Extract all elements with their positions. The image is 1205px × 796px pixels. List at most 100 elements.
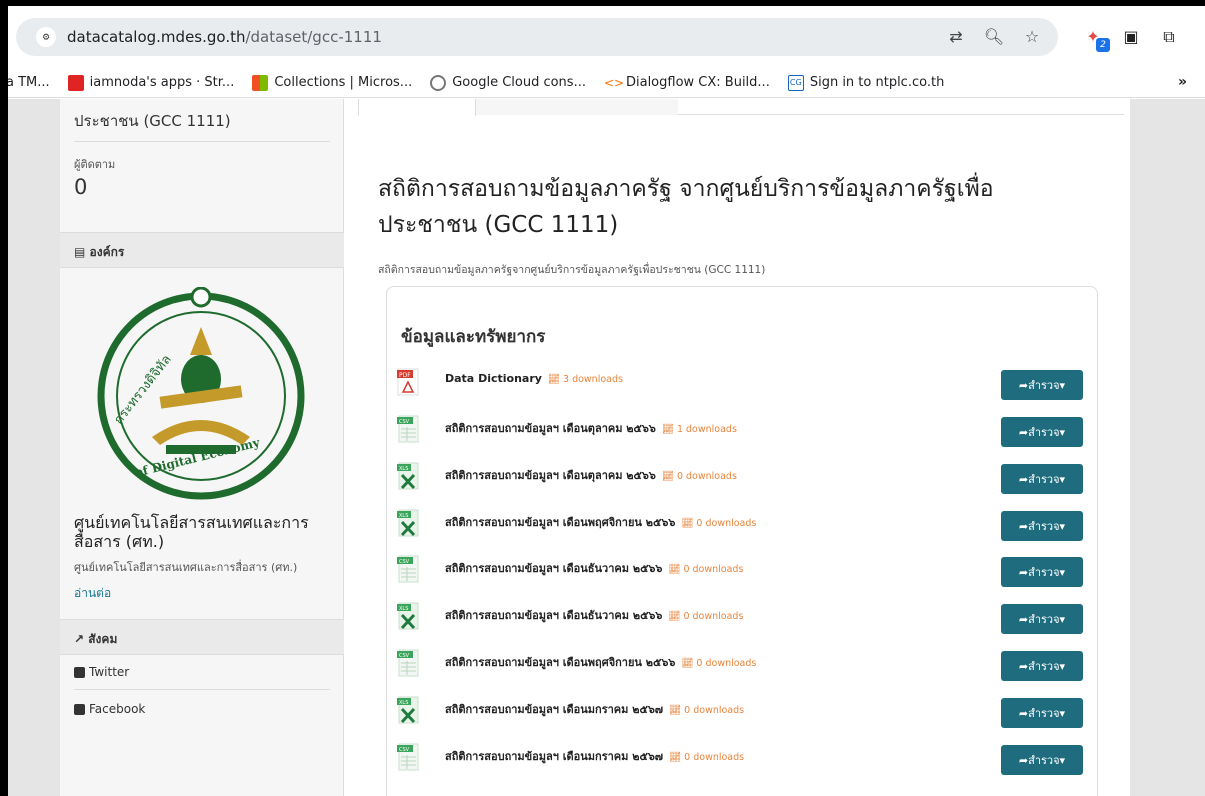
logo-english-text: of Digital Economy bbox=[133, 435, 262, 480]
read-more-link[interactable]: อ่านต่อ bbox=[74, 584, 111, 603]
bookmark-item[interactable]: Google Cloud cons... bbox=[430, 74, 586, 91]
facebook-link[interactable]: Facebook bbox=[74, 702, 145, 716]
share-icon: ↗ bbox=[74, 632, 89, 646]
caret-down-icon: ▾ bbox=[1059, 612, 1066, 626]
csv-file-icon: CSV bbox=[397, 415, 419, 443]
svg-text:XLS: XLS bbox=[399, 700, 408, 706]
resources-card: ข้อมูลและทรัพยากร PDF Data Dictionary 📈︎ 3… bbox=[386, 286, 1098, 796]
bookmark-item[interactable]: a TM... bbox=[8, 75, 50, 90]
explore-button[interactable]: ➦ สำรวจ ▾ bbox=[1001, 464, 1083, 494]
resource-title: สถิติการสอบถามข้อมูลฯ เดือนมกราคม ๒๕๖๗ bbox=[445, 703, 664, 716]
resource-link[interactable]: Data Dictionary 📈︎ 3 downloads bbox=[445, 372, 623, 385]
explore-label: สำรวจ bbox=[1028, 379, 1060, 392]
caret-down-icon: ▾ bbox=[1059, 519, 1066, 533]
bookmark-label: Google Cloud cons... bbox=[452, 75, 586, 90]
page-title: สถิติการสอบถามข้อมูลภาครัฐ จากศูนย์บริกา… bbox=[378, 176, 994, 238]
resource-link[interactable]: สถิติการสอบถามข้อมูลฯ เดือนพฤศจิกายน ๒๕๖… bbox=[445, 513, 756, 531]
resource-title: สถิติการสอบถามข้อมูลฯ เดือนธันวาคม ๒๕๖๖ bbox=[445, 562, 663, 575]
resource-title: สถิติการสอบถามข้อมูลฯ เดือนธันวาคม ๒๕๖๖ bbox=[445, 609, 663, 622]
sidepanel-icon[interactable]: ▣ bbox=[1118, 24, 1144, 50]
csv-file-icon: CSV bbox=[397, 649, 419, 677]
download-count: 📈︎ 1 downloads bbox=[661, 424, 737, 435]
site-settings-icon[interactable]: ⚙ bbox=[36, 27, 56, 47]
bookmark-label: a TM... bbox=[8, 75, 50, 90]
url-text[interactable]: datacatalog.mdes.go.th/dataset/gcc-1111 bbox=[67, 28, 382, 46]
puzzle-extensions-icon[interactable]: ⧉ bbox=[1156, 24, 1182, 50]
bookmark-item[interactable]: <> Dialogflow CX: Build... bbox=[604, 75, 770, 91]
explore-label: สำรวจ bbox=[1028, 707, 1060, 720]
divider bbox=[74, 689, 330, 690]
streamlit-icon bbox=[67, 74, 84, 91]
tab-other[interactable] bbox=[476, 99, 678, 115]
window-frame-left bbox=[0, 0, 8, 796]
download-count: 📈︎ 0 downloads bbox=[668, 611, 744, 622]
main-content: สถิติการสอบถามข้อมูลภาครัฐ จากศูนย์บริกา… bbox=[344, 99, 1130, 796]
excel-file-icon: XLS bbox=[397, 509, 419, 537]
resource-link[interactable]: สถิติการสอบถามข้อมูลฯ เดือนตุลาคม ๒๕๖๖ 📈︎… bbox=[445, 419, 737, 437]
explore-button[interactable]: ➦ สำรวจ ▾ bbox=[1001, 511, 1083, 541]
page-viewport: ประชาชน (GCC 1111) ผู้ติดตาม 0 ▤ องค์กร … bbox=[8, 99, 1205, 796]
bookmark-label: Collections | Micros... bbox=[274, 75, 413, 90]
translate-icon[interactable]: ⇄ bbox=[944, 25, 968, 49]
explore-button[interactable]: ➦ สำรวจ ▾ bbox=[1001, 698, 1083, 728]
explore-button[interactable]: ➦ สำรวจ ▾ bbox=[1001, 417, 1083, 447]
bookmark-item[interactable]: CG Sign in to ntplc.co.th bbox=[787, 74, 945, 91]
dataset-title-fragment: ประชาชน (GCC 1111) bbox=[74, 112, 231, 130]
share-arrow-icon: ➦ bbox=[1018, 565, 1029, 579]
download-count: 📈︎ 0 downloads bbox=[668, 564, 744, 575]
resource-title: สถิติการสอบถามข้อมูลฯ เดือนตุลาคม ๒๕๖๖ bbox=[445, 469, 656, 482]
resource-link[interactable]: สถิติการสอบถามข้อมูลฯ เดือนพฤศจิกายน ๒๕๖… bbox=[445, 653, 756, 671]
resource-link[interactable]: สถิติการสอบถามข้อมูลฯ เดือนธันวาคม ๒๕๖๖ 📈… bbox=[445, 559, 743, 577]
extension-icon[interactable]: ✦ 2 bbox=[1080, 24, 1110, 52]
pdf-file-icon: PDF bbox=[397, 368, 419, 396]
resource-title: สถิติการสอบถามข้อมูลฯ เดือนพฤศจิกายน ๒๕๖… bbox=[445, 656, 676, 669]
omnibox-actions: ⇄ 🔍︎ ☆ bbox=[944, 25, 1044, 49]
svg-text:CSV: CSV bbox=[399, 747, 410, 753]
resource-link[interactable]: สถิติการสอบถามข้อมูลฯ เดือนมกราคม ๒๕๖๗ 📈︎… bbox=[445, 747, 744, 765]
explore-button[interactable]: ➦ สำรวจ ▾ bbox=[1001, 370, 1083, 400]
bookmark-label: Sign in to ntplc.co.th bbox=[809, 75, 945, 90]
bookmark-label: iamnoda's apps · Str... bbox=[89, 75, 235, 90]
resource-link[interactable]: สถิติการสอบถามข้อมูลฯ เดือนธันวาคม ๒๕๖๖ 📈… bbox=[445, 606, 743, 624]
excel-file-icon: XLS bbox=[397, 696, 419, 724]
ministry-logo[interactable]: กระทรวงดิจิทัล of Digital Economy bbox=[92, 287, 310, 505]
svg-text:PDF: PDF bbox=[399, 372, 411, 379]
address-bar[interactable]: ⚙ datacatalog.mdes.go.th/dataset/gcc-111… bbox=[16, 18, 1058, 56]
resource-link[interactable]: สถิติการสอบถามข้อมูลฯ เดือนตุลาคม ๒๕๖๖ 📈︎… bbox=[445, 466, 737, 484]
more-bookmarks-button[interactable]: » bbox=[1178, 74, 1187, 90]
building-icon: ▤ bbox=[74, 245, 90, 259]
resource-row: XLS สถิติการสอบถามข้อมูลฯ เดือนตุลาคม ๒๕๖… bbox=[397, 460, 1087, 500]
explore-button[interactable]: ➦ สำรวจ ▾ bbox=[1001, 651, 1083, 681]
tab-active[interactable] bbox=[358, 99, 476, 116]
excel-file-icon: XLS bbox=[397, 462, 419, 490]
bookmark-item[interactable]: iamnoda's apps · Str... bbox=[67, 74, 235, 91]
social-heading-label: สังคม bbox=[88, 632, 118, 646]
share-arrow-icon: ➦ bbox=[1018, 753, 1029, 767]
explore-button[interactable]: ➦ สำรวจ ▾ bbox=[1001, 745, 1083, 775]
resource-row: CSV สถิติการสอบถามข้อมูลฯ เดือนพฤศจิกายน … bbox=[397, 647, 1087, 687]
resource-row: CSV สถิติการสอบถามข้อมูลฯ เดือนมกราคม ๒๕๖… bbox=[397, 741, 1087, 781]
share-arrow-icon: ➦ bbox=[1018, 612, 1029, 626]
share-arrow-icon: ➦ bbox=[1018, 519, 1029, 533]
bookmark-item[interactable]: Collections | Micros... bbox=[252, 74, 413, 91]
explore-button[interactable]: ➦ สำรวจ ▾ bbox=[1001, 557, 1083, 587]
explore-button[interactable]: ➦ สำรวจ ▾ bbox=[1001, 604, 1083, 634]
caret-down-icon: ▾ bbox=[1059, 565, 1066, 579]
bookmark-star-icon[interactable]: ☆ bbox=[1020, 25, 1044, 49]
sidebar: ประชาชน (GCC 1111) ผู้ติดตาม 0 ▤ องค์กร … bbox=[60, 99, 344, 796]
svg-text:XLS: XLS bbox=[399, 466, 408, 472]
share-arrow-icon: ➦ bbox=[1018, 378, 1029, 392]
resource-title: สถิติการสอบถามข้อมูลฯ เดือนมกราคม ๒๕๖๗ bbox=[445, 750, 664, 763]
divider bbox=[74, 141, 330, 142]
download-count: 📈︎ 0 downloads bbox=[669, 705, 745, 716]
resource-link[interactable]: สถิติการสอบถามข้อมูลฯ เดือนมกราคม ๒๕๖๗ 📈︎… bbox=[445, 700, 744, 718]
caret-down-icon: ▾ bbox=[1059, 425, 1066, 439]
zoom-icon[interactable]: 🔍︎ bbox=[982, 25, 1006, 49]
org-heading: ▤ องค์กร bbox=[60, 232, 344, 268]
share-arrow-icon: ➦ bbox=[1018, 659, 1029, 673]
resource-row: XLS สถิติการสอบถามข้อมูลฯ เดือนพฤศจิกายน … bbox=[397, 507, 1087, 547]
twitter-link[interactable]: Twitter bbox=[74, 665, 129, 679]
facebook-label: Facebook bbox=[89, 702, 146, 716]
caret-down-icon: ▾ bbox=[1059, 472, 1066, 486]
twitter-label: Twitter bbox=[89, 665, 130, 679]
